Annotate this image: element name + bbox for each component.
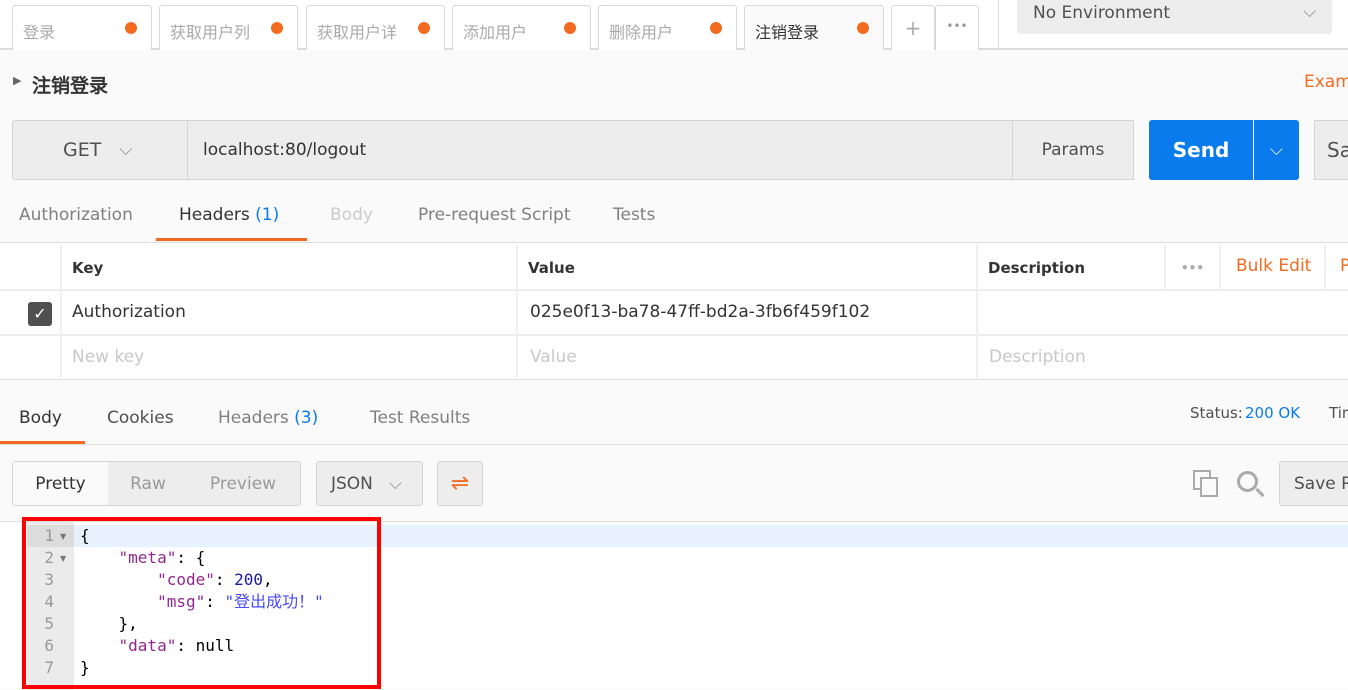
headers-table: Key Value Description ••• Bulk Edit P ✓ … xyxy=(0,242,1348,381)
raw-button[interactable]: Raw xyxy=(108,474,188,494)
column-key: Key xyxy=(60,245,518,289)
response-tab-headers[interactable]: Headers (3) xyxy=(218,408,318,428)
header-value[interactable]: 025e0f13-ba78-47ff-bd2a-3fb6f459f102 xyxy=(520,291,880,333)
tab-logout[interactable]: 注销登录 xyxy=(744,5,884,50)
new-value-input[interactable]: Value xyxy=(520,336,587,378)
tab-body[interactable]: Body xyxy=(330,205,373,225)
tab-user-detail[interactable]: 获取用户详 xyxy=(306,5,445,50)
save-response-button[interactable]: Save R xyxy=(1279,461,1348,506)
wrap-lines-icon[interactable]: ⇌ xyxy=(437,461,483,506)
tab-bar: 登录 获取用户列 获取用户详 添加用户 删除用户 注销登录 + ••• No E… xyxy=(0,0,1348,50)
divider xyxy=(0,444,1348,445)
unsaved-dot-icon xyxy=(125,22,137,34)
save-button[interactable]: Sa xyxy=(1314,120,1348,180)
tab-label: 删除用户 xyxy=(609,23,674,42)
column-description: Description xyxy=(978,245,1166,289)
header-key[interactable]: Authorization xyxy=(62,291,196,333)
format-select[interactable]: JSON ⌵ xyxy=(316,461,423,506)
new-description-input[interactable]: Description xyxy=(979,336,1096,378)
tab-label: 注销登录 xyxy=(755,23,820,42)
format-value: JSON xyxy=(331,473,373,494)
tab-label: 登录 xyxy=(23,23,56,42)
tab-login[interactable]: 登录 xyxy=(12,5,152,50)
chevron-down-icon: ⌵ xyxy=(1303,2,1316,22)
highlight-box xyxy=(22,517,381,689)
new-tab-button[interactable]: + xyxy=(891,5,935,50)
tab-label: 获取用户列 xyxy=(170,23,251,42)
status-label: Status: xyxy=(1190,404,1243,422)
time-label: Tir xyxy=(1329,404,1348,422)
response-tab-body[interactable]: Body xyxy=(19,408,62,428)
more-tabs-button[interactable]: ••• xyxy=(935,5,979,50)
divider xyxy=(516,289,518,381)
send-options-chevron-icon[interactable]: ⌵ xyxy=(1254,120,1299,180)
column-value: Value xyxy=(518,245,978,289)
tab-user-list[interactable]: 获取用户列 xyxy=(159,5,298,50)
presets-button[interactable]: P xyxy=(1330,245,1348,289)
chevron-down-icon: ⌵ xyxy=(388,473,402,494)
preview-button[interactable]: Preview xyxy=(188,474,298,494)
unsaved-dot-icon xyxy=(710,22,722,34)
view-mode-group: Pretty Raw Preview xyxy=(12,461,301,506)
unsaved-dot-icon xyxy=(564,22,576,34)
examples-link[interactable]: Exam xyxy=(1304,72,1348,92)
more-options-button[interactable]: ••• xyxy=(1166,245,1221,289)
environment-value: No Environment xyxy=(1033,3,1171,23)
tab-authorization[interactable]: Authorization xyxy=(19,205,133,225)
unsaved-dot-icon xyxy=(271,22,283,34)
bulk-edit-button[interactable]: Bulk Edit xyxy=(1226,245,1326,289)
url-value: localhost:80/logout xyxy=(203,140,367,160)
tab-delete-user[interactable]: 删除用户 xyxy=(598,5,737,50)
unsaved-dot-icon xyxy=(418,22,430,34)
tab-label: 添加用户 xyxy=(463,23,528,42)
copy-icon[interactable] xyxy=(1193,470,1219,498)
unsaved-dot-icon xyxy=(857,22,869,34)
divider xyxy=(998,0,999,50)
collapse-arrow-icon[interactable]: ▶ xyxy=(13,74,21,87)
tab-label: Headers xyxy=(218,408,289,428)
method-value: GET xyxy=(63,139,102,161)
chevron-down-icon: ⌵ xyxy=(119,140,133,160)
send-button[interactable]: Send xyxy=(1149,120,1253,180)
request-name[interactable]: 注销登录 xyxy=(32,71,108,98)
response-tab-cookies[interactable]: Cookies xyxy=(107,408,174,428)
params-button[interactable]: Params xyxy=(1012,120,1134,180)
tab-add-user[interactable]: 添加用户 xyxy=(452,5,591,50)
tab-label: 获取用户详 xyxy=(317,23,398,42)
pretty-button[interactable]: Pretty xyxy=(13,462,108,505)
headers-count: (1) xyxy=(255,205,280,225)
divider xyxy=(60,289,62,381)
active-tab-indicator xyxy=(156,238,307,241)
response-tab-test-results[interactable]: Test Results xyxy=(370,408,470,428)
row-checkbox-checked[interactable]: ✓ xyxy=(28,302,52,326)
new-key-input[interactable]: New key xyxy=(62,336,154,378)
environment-select[interactable]: No Environment ⌵ xyxy=(1017,0,1332,34)
divider xyxy=(976,289,978,381)
tab-pre-request-script[interactable]: Pre-request Script xyxy=(418,205,571,225)
divider xyxy=(0,334,1348,336)
search-icon[interactable] xyxy=(1236,470,1266,500)
url-input[interactable]: localhost:80/logout xyxy=(187,120,1013,180)
method-select[interactable]: GET ⌵ xyxy=(12,120,188,180)
headers-count: (3) xyxy=(294,408,319,428)
tab-label: Headers xyxy=(179,205,250,225)
status-value: 200 OK xyxy=(1245,404,1301,422)
tab-headers[interactable]: Headers (1) xyxy=(179,205,279,225)
tab-tests[interactable]: Tests xyxy=(613,205,655,225)
